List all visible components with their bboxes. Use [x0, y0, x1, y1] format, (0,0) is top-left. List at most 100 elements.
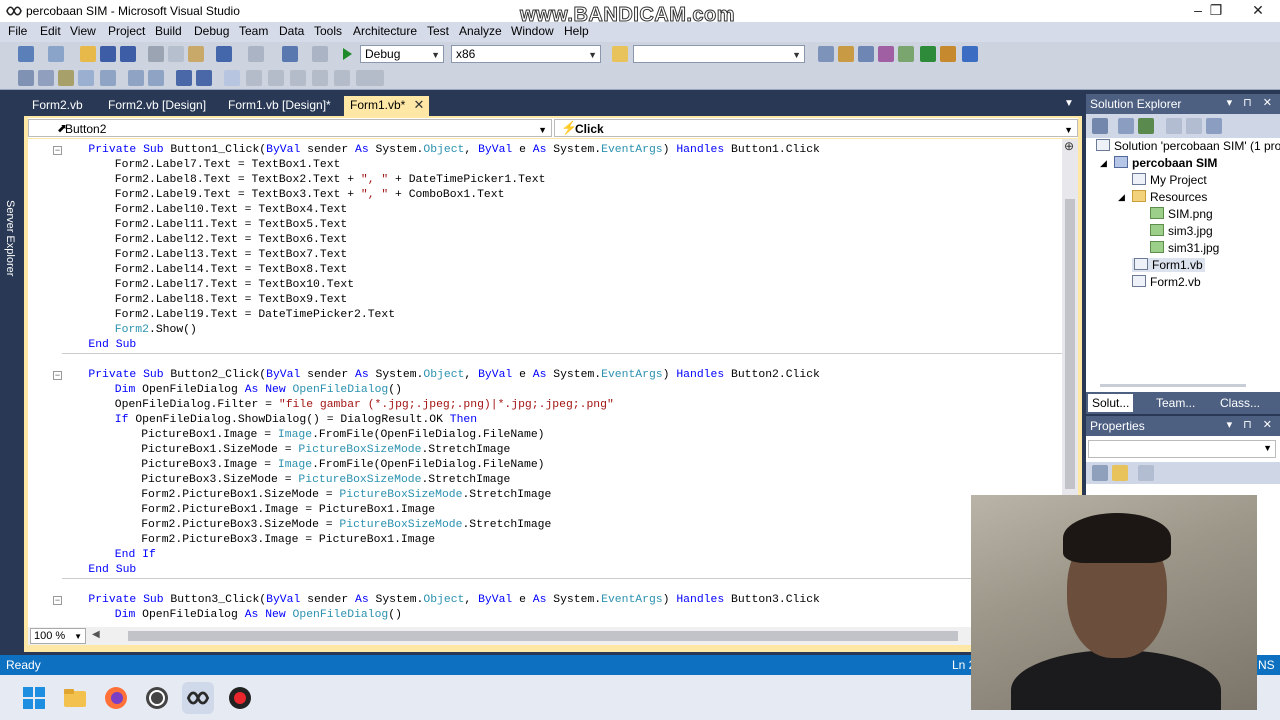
menu-file[interactable]: File [8, 24, 27, 38]
menu-build[interactable]: Build [155, 24, 182, 38]
firefox-icon[interactable] [104, 686, 128, 710]
vertical-scroll-thumb[interactable] [1065, 199, 1075, 489]
view-designer-icon[interactable] [1186, 118, 1202, 134]
code-line[interactable]: Form2.PictureBox1.Image = PictureBox1.Im… [141, 503, 435, 518]
code-line[interactable]: Form2.Label14.Text = TextBox8.Text [115, 263, 347, 278]
maximize-button[interactable]: ❐ [1198, 0, 1234, 22]
cut-icon[interactable] [148, 46, 164, 62]
split-icon[interactable]: ⊕ [1064, 139, 1074, 153]
display-parameter-info-icon[interactable] [38, 70, 54, 86]
view-code-icon[interactable] [1166, 118, 1182, 134]
tab-form1-vb[interactable]: Form1.vb* ✕ [344, 96, 430, 116]
tree-item[interactable]: Form1.vb [1132, 258, 1205, 272]
code-line[interactable]: Form2.Label17.Text = TextBox10.Text [115, 278, 354, 293]
code-line[interactable]: Form2.Label12.Text = TextBox6.Text [115, 233, 347, 248]
code-line[interactable]: Form2.Label11.Text = TextBox5.Text [115, 218, 347, 233]
class-diagram-icon[interactable] [1206, 118, 1222, 134]
bookmark-icon[interactable] [196, 70, 212, 86]
find-combo[interactable]: ▼ [633, 45, 805, 63]
horizontal-scroll-thumb[interactable] [128, 631, 958, 641]
refresh-icon[interactable] [1138, 118, 1154, 134]
code-line[interactable]: OpenFileDialog.Filter = "file gambar (*.… [115, 398, 614, 413]
alphabetical-icon[interactable] [1112, 465, 1128, 481]
clear-bookmarks-icon[interactable] [368, 70, 384, 86]
categorized-icon[interactable] [1092, 465, 1108, 481]
tab-form1-design[interactable]: Form1.vb [Design]* [222, 96, 337, 116]
solution-tree-scrollbar[interactable] [1100, 384, 1246, 387]
code-line[interactable]: Dim OpenFileDialog As New OpenFileDialog… [115, 608, 402, 623]
expand-arrow-icon[interactable]: ◢ [1118, 192, 1125, 203]
code-line[interactable]: End Sub [88, 338, 136, 353]
scroll-left-icon[interactable]: ◀ [92, 629, 100, 640]
collapse-region-icon[interactable]: − [53, 146, 62, 155]
code-line[interactable]: Form2.Show() [115, 323, 197, 338]
tab-overflow-icon[interactable]: ▼ [1064, 98, 1074, 109]
menu-architecture[interactable]: Architecture [353, 24, 417, 38]
code-line[interactable]: Private Sub Button3_Click(ByVal sender A… [88, 593, 820, 608]
code-line[interactable]: Private Sub Button2_Click(ByVal sender A… [88, 368, 820, 383]
menu-analyze[interactable]: Analyze [459, 24, 502, 38]
tree-item[interactable]: Solution 'percobaan SIM' (1 proje [1096, 139, 1280, 153]
display-object-member-list-icon[interactable] [18, 70, 34, 86]
tab-class-view[interactable]: Class... [1216, 394, 1264, 412]
class-view-icon[interactable] [898, 46, 914, 62]
increase-indent-icon[interactable] [128, 70, 144, 86]
properties-icon[interactable] [838, 46, 854, 62]
method-name-select[interactable]: ⚡ Click ▼ [554, 119, 1078, 137]
code-line[interactable]: End Sub [88, 563, 136, 578]
menu-team[interactable]: Team [239, 24, 268, 38]
code-line[interactable]: Form2.PictureBox1.SizeMode = PictureBoxS… [141, 488, 551, 503]
previous-bookmark-in-document-icon[interactable] [334, 70, 350, 86]
code-line[interactable]: Form2.Label8.Text = TextBox2.Text + ", "… [115, 173, 546, 188]
collapse-region-icon[interactable]: − [53, 596, 62, 605]
properties-object-select[interactable]: ▼ [1088, 440, 1276, 458]
previous-bookmark-in-folder-icon[interactable] [290, 70, 306, 86]
code-line[interactable]: End If [115, 548, 156, 563]
code-line[interactable]: If OpenFileDialog.ShowDialog() = DialogR… [115, 413, 477, 428]
panel-buttons[interactable]: ▾ ⊓ ✕ [1227, 418, 1276, 431]
previous-bookmark-icon[interactable] [246, 70, 262, 86]
save-icon[interactable] [100, 46, 116, 62]
panel-buttons[interactable]: ▾ ⊓ ✕ [1227, 96, 1276, 109]
open-file-icon[interactable] [80, 46, 96, 62]
server-explorer-tab[interactable]: Server Explorer [4, 200, 16, 276]
undo-icon[interactable] [216, 46, 232, 62]
toolbox-icon[interactable] [878, 46, 894, 62]
code-line[interactable]: Form2.Label19.Text = DateTimePicker2.Tex… [115, 308, 395, 323]
whatsapp-icon[interactable] [145, 686, 169, 710]
menu-window[interactable]: Window [511, 24, 554, 38]
menu-debug[interactable]: Debug [194, 24, 229, 38]
start-debugging-icon[interactable] [340, 46, 354, 62]
new-project-icon[interactable] [18, 46, 34, 62]
code-line[interactable]: Form2.PictureBox3.SizeMode = PictureBoxS… [141, 518, 551, 533]
collapse-region-icon[interactable]: − [53, 371, 62, 380]
comment-out-icon[interactable] [148, 70, 164, 86]
class-name-select[interactable]: ⬈ Button2 ▼ [28, 119, 552, 137]
copy-icon[interactable] [168, 46, 184, 62]
navigate-forward-icon[interactable] [312, 46, 328, 62]
code-line[interactable]: Private Sub Button1_Click(ByVal sender A… [88, 143, 820, 158]
properties-icon[interactable] [1092, 118, 1108, 134]
code-line[interactable]: PictureBox3.SizeMode = PictureBoxSizeMod… [141, 473, 510, 488]
close-window-button[interactable]: ✕ [1240, 0, 1276, 22]
visual-studio-taskbar-button[interactable] [182, 682, 214, 714]
quick-info-icon[interactable] [58, 70, 74, 86]
property-pages-icon[interactable] [1138, 465, 1154, 481]
add-item-icon[interactable] [48, 46, 64, 62]
code-line[interactable]: Dim OpenFileDialog As New OpenFileDialog… [115, 383, 402, 398]
menu-test[interactable]: Test [427, 24, 449, 38]
paste-icon[interactable] [188, 46, 204, 62]
solution-explorer-icon[interactable] [818, 46, 834, 62]
redo-icon[interactable] [248, 46, 264, 62]
tab-team-explorer[interactable]: Team... [1152, 394, 1199, 412]
tab-form2-vb[interactable]: Form2.vb [26, 96, 89, 116]
tree-item[interactable]: sim31.jpg [1150, 241, 1219, 255]
menu-help[interactable]: Help [564, 24, 589, 38]
code-line[interactable]: Form2.Label13.Text = TextBox7.Text [115, 248, 347, 263]
toggle-bookmark-icon[interactable] [224, 70, 240, 86]
next-bookmark-icon[interactable] [268, 70, 284, 86]
menu-project[interactable]: Project [108, 24, 145, 38]
tree-item[interactable]: SIM.png [1150, 207, 1213, 221]
file-explorer-icon[interactable] [63, 686, 87, 710]
horizontal-scrollbar[interactable]: 100 % ▼ ◀ [28, 627, 1078, 645]
